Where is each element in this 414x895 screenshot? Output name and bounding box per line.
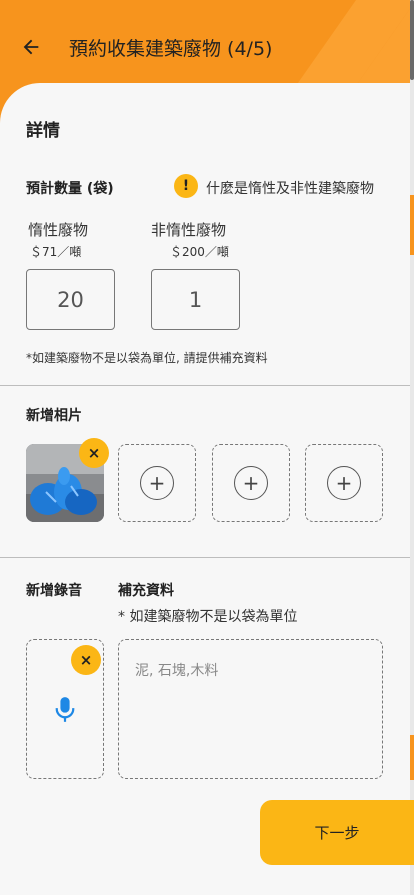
edge-accent (410, 735, 414, 780)
plus-icon: + (140, 466, 174, 500)
microphone-icon (55, 697, 75, 722)
non-inert-quantity-input[interactable]: 1 (151, 269, 240, 330)
close-icon: × (87, 444, 101, 462)
inert-waste-price: ＄71／噸 (30, 245, 82, 259)
inert-quantity-input[interactable]: 20 (26, 269, 115, 330)
scrollbar-thumb[interactable] (410, 0, 414, 80)
add-photo-slot[interactable]: + (305, 444, 383, 522)
exclamation-icon[interactable]: ! (174, 174, 198, 198)
waste-info-link[interactable]: 什麼是惰性及非性建築廢物 (206, 178, 374, 198)
non-inert-waste-label: 非惰性廢物 (151, 221, 227, 239)
inert-waste-label: 惰性廢物 (28, 221, 89, 239)
remove-photo-button[interactable]: × (79, 438, 109, 468)
page-title: 預約收集建築廢物 (4/5) (69, 37, 273, 60)
edge-accent (410, 195, 414, 255)
header-title-row: 預約收集建築廢物 (4/5) (0, 28, 272, 66)
bag-unit-note: *如建築廢物不是以袋為單位, 請提供補充資料 (26, 351, 268, 365)
audio-heading: 新增錄音 (26, 583, 82, 599)
add-photo-slot[interactable]: + (118, 444, 196, 522)
remove-recording-button[interactable]: × (71, 645, 101, 675)
add-photo-slot[interactable]: + (212, 444, 290, 522)
back-button[interactable] (20, 28, 60, 66)
supplement-heading: 補充資料 (118, 583, 174, 599)
non-inert-waste-price: ＄200／噸 (170, 245, 229, 259)
arrow-left-icon (23, 39, 39, 55)
section-divider (0, 385, 410, 386)
next-button[interactable]: 下一步 (260, 800, 414, 865)
details-heading: 詳情 (26, 121, 60, 141)
supplement-placeholder: 泥, 石塊,木料 (135, 663, 219, 679)
plus-icon: + (327, 466, 361, 500)
close-icon: × (79, 651, 93, 669)
photos-heading: 新增相片 (26, 408, 82, 424)
quantity-label: 預計數量 (袋) (26, 181, 114, 197)
supplement-hint: * 如建築廢物不是以袋為單位 (118, 609, 298, 625)
supplement-textarea[interactable]: 泥, 石塊,木料 (118, 639, 383, 779)
section-divider (0, 557, 410, 558)
plus-icon: + (234, 466, 268, 500)
